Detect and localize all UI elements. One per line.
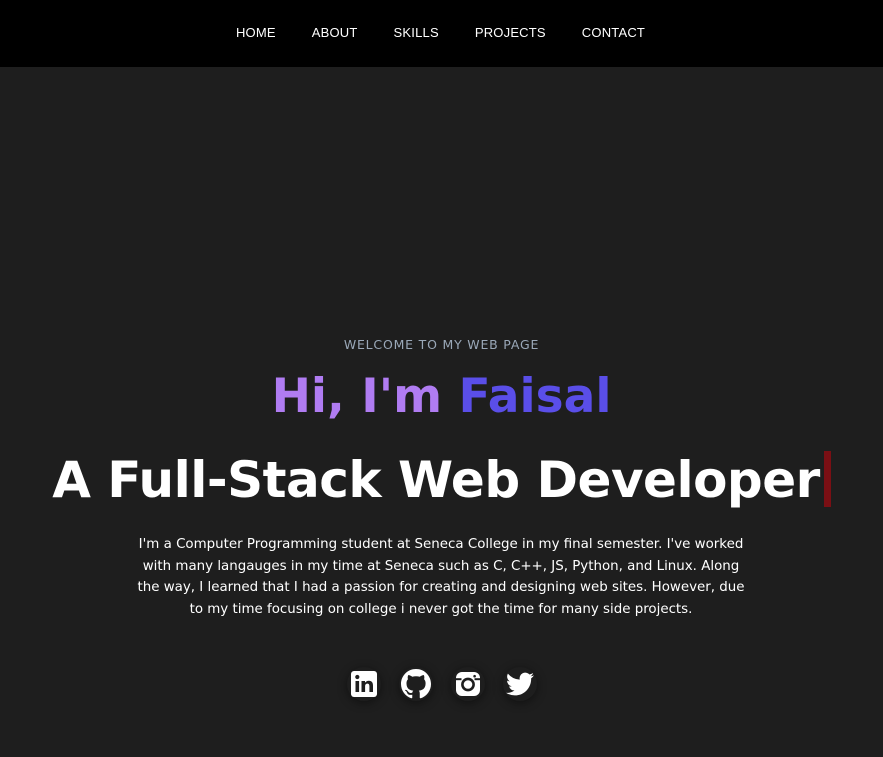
instagram-button[interactable]	[450, 667, 485, 701]
page: HOME ABOUT SKILLS PROJECTS CONTACT WELCO…	[0, 0, 883, 757]
nav-projects-link[interactable]: PROJECTS	[457, 25, 564, 40]
instagram-icon	[455, 671, 481, 697]
github-icon	[400, 669, 431, 699]
hero-section: WELCOME TO MY WEB PAGE Hi, I'm Faisal A …	[0, 67, 883, 757]
bio-paragraph: I'm a Computer Programming student at Se…	[137, 537, 745, 617]
github-button[interactable]	[398, 667, 433, 701]
typing-cursor	[823, 451, 831, 507]
linkedin-button[interactable]	[346, 667, 381, 701]
nav-contact-link[interactable]: CONTACT	[564, 25, 663, 40]
social-links	[0, 667, 883, 701]
name-text: Faisal	[458, 369, 612, 424]
nav-skills-link[interactable]: SKILLS	[376, 25, 457, 40]
welcome-text: WELCOME TO MY WEB PAGE	[343, 337, 540, 352]
role-heading: A Full-Stack Web Developer	[0, 447, 883, 513]
twitter-button[interactable]	[502, 667, 537, 701]
greeting-text: Hi, I'm	[271, 369, 459, 424]
greeting-heading: Hi, I'm Faisal	[0, 367, 883, 427]
navbar: HOME ABOUT SKILLS PROJECTS CONTACT	[0, 0, 883, 67]
twitter-icon	[505, 670, 534, 698]
nav-about-link[interactable]: ABOUT	[294, 25, 376, 40]
nav-home-link[interactable]: HOME	[218, 25, 294, 40]
linkedin-icon	[350, 670, 378, 698]
nav-links: HOME ABOUT SKILLS PROJECTS CONTACT	[0, 0, 882, 64]
role-text: A Full-Stack Web Developer	[52, 451, 820, 509]
